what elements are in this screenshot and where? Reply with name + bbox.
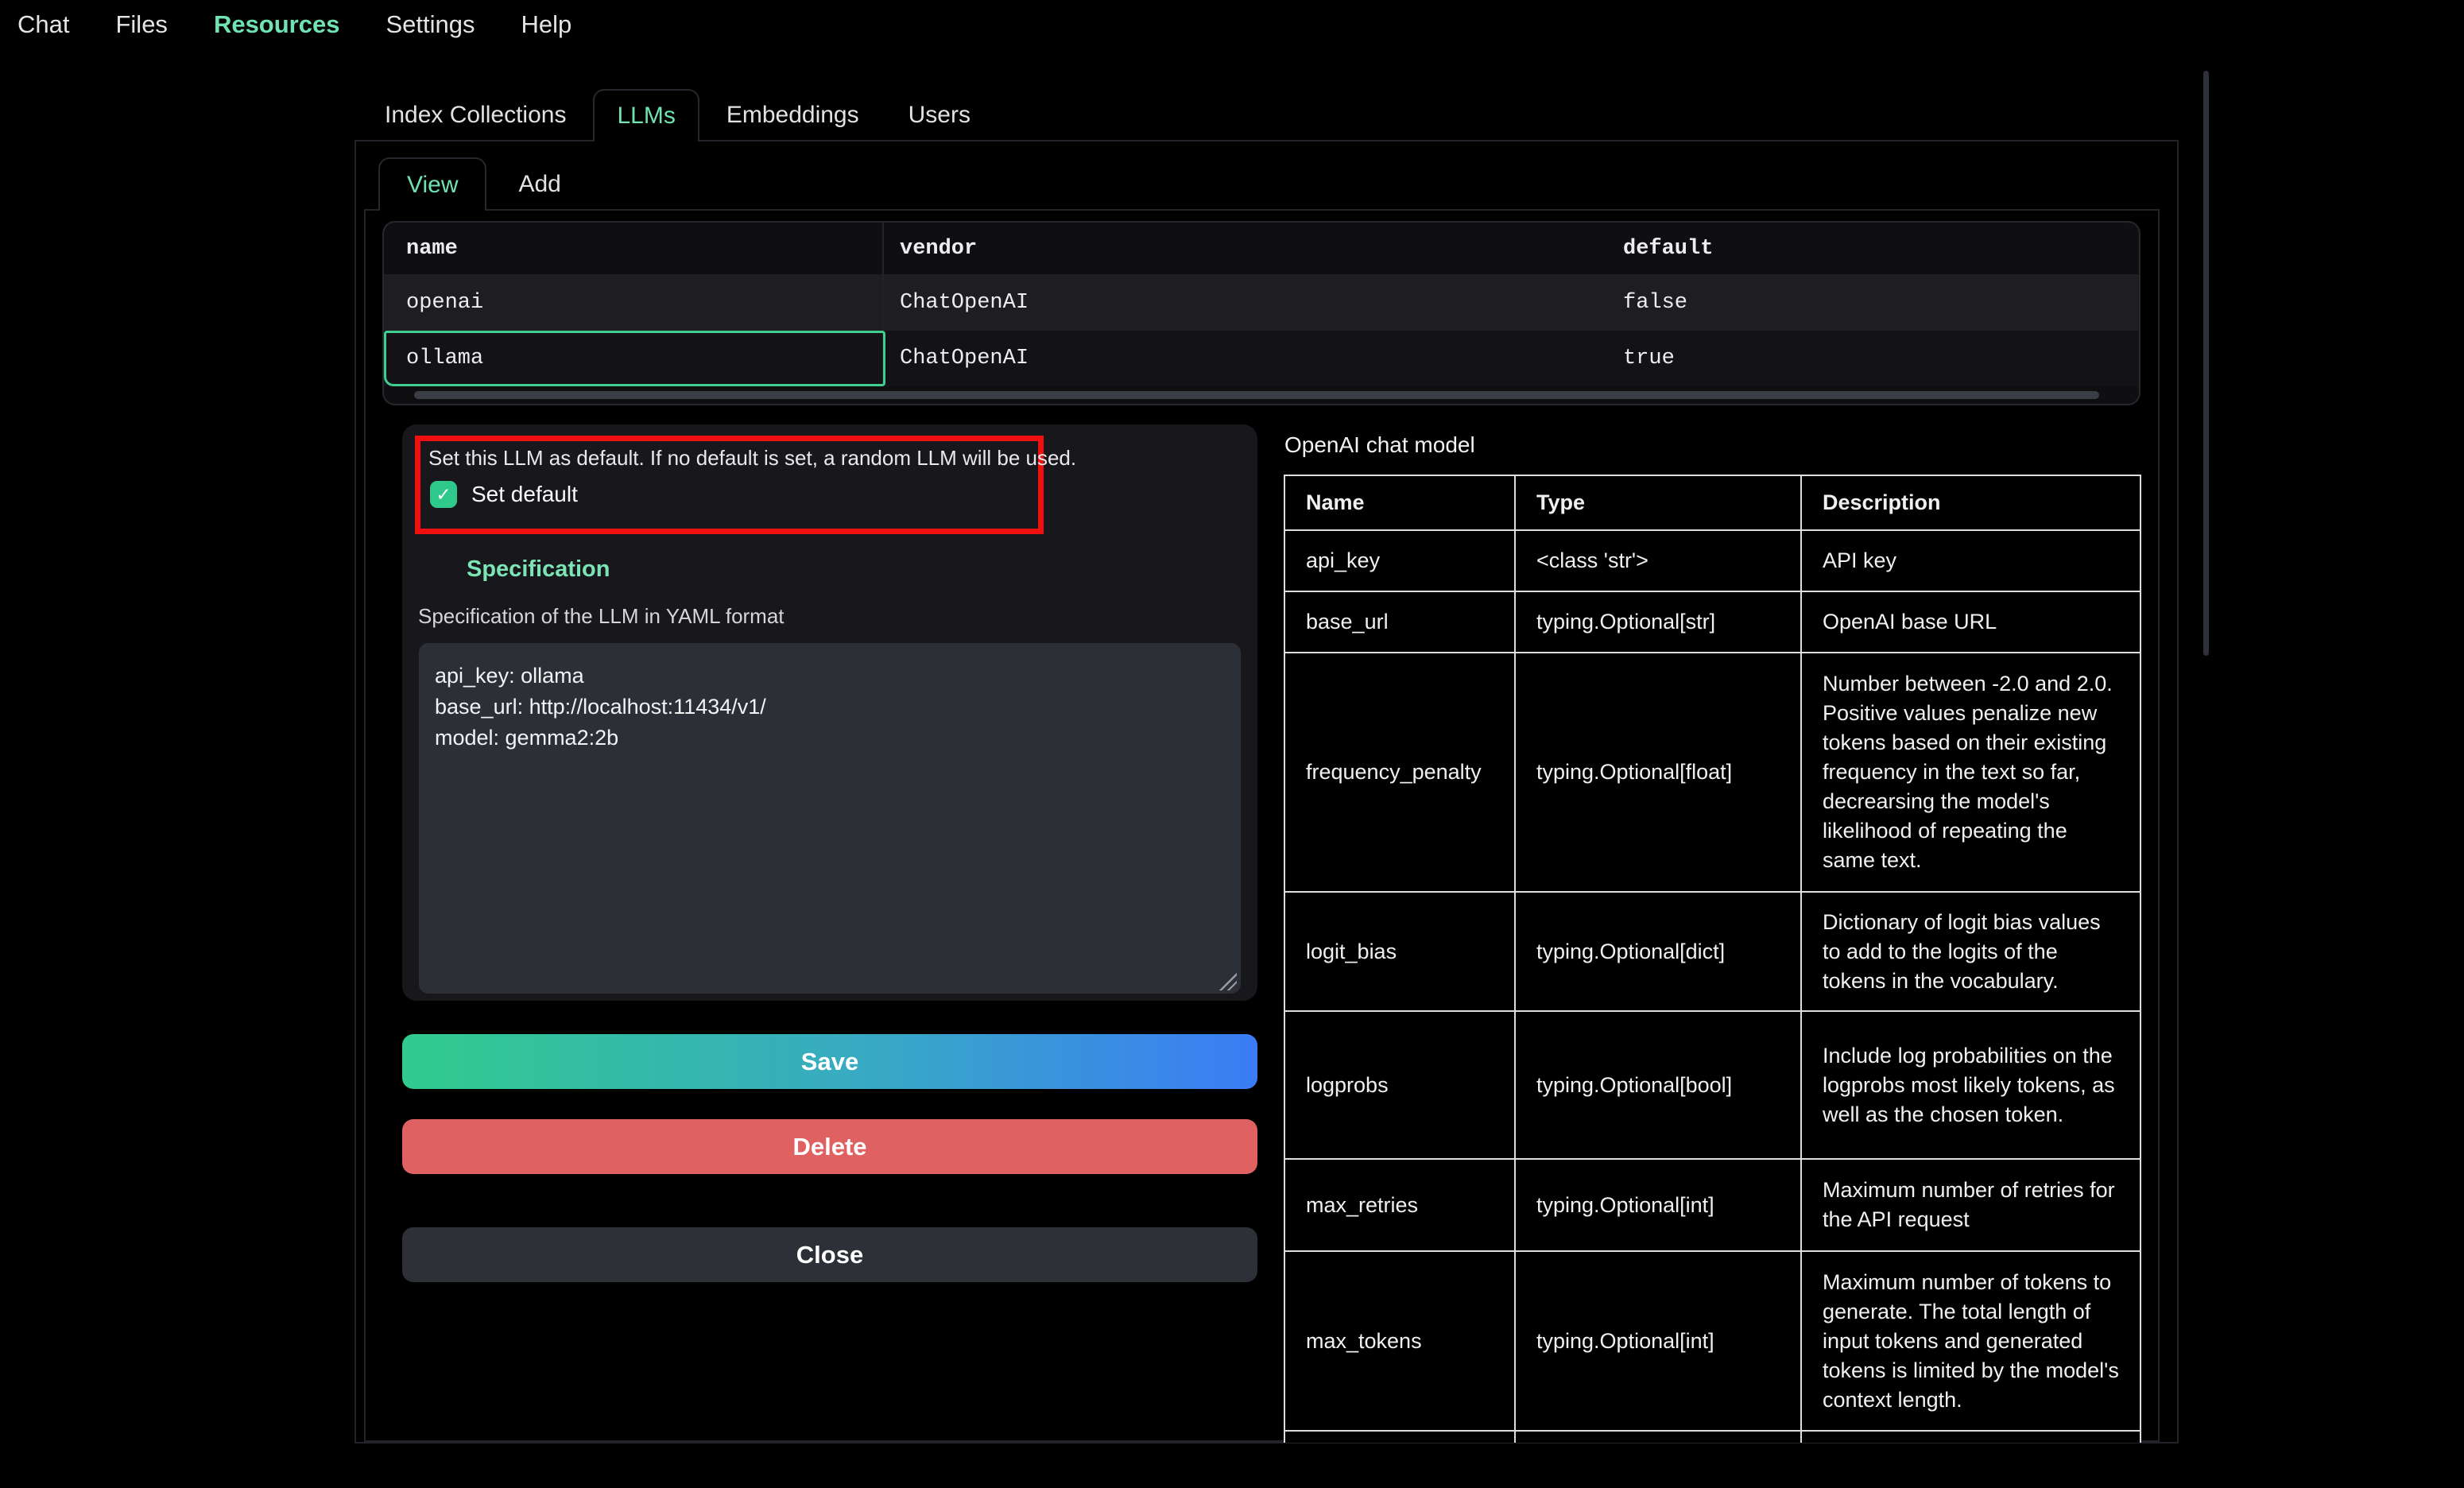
schema-cell-type: typing.Optional[float] <box>1516 653 1802 893</box>
llm-row-openai[interactable]: openai ChatOpenAI false <box>384 274 2139 331</box>
llm-detail-form: Set this LLM as default. If no default i… <box>402 424 1257 1001</box>
llm-cell-default[interactable]: false <box>1607 274 2139 331</box>
schema-row-logit-bias: logit_bias typing.Optional[dict] Diction… <box>1285 893 2140 1012</box>
schema-cell-description: OpenAI base URL <box>1802 592 2140 653</box>
schema-header-row: Name Type Description <box>1285 476 2140 531</box>
schema-cell-type <box>1516 1432 1802 1443</box>
schema-cell-name: logprobs <box>1285 1012 1516 1160</box>
subtab-view[interactable]: View <box>407 172 458 199</box>
tab-llms[interactable]: LLMs <box>617 103 675 130</box>
schema-cell-name: frequency_penalty <box>1285 653 1516 893</box>
schema-cell-name: base_url <box>1285 592 1516 653</box>
schema-cell-type: typing.Optional[dict] <box>1516 893 1802 1012</box>
llm-col-header-name: name <box>384 223 884 274</box>
schema-row-frequency-penalty: frequency_penalty typing.Optional[float]… <box>1285 653 2140 893</box>
schema-cell-description <box>1802 1432 2140 1443</box>
tab-embeddings[interactable]: Embeddings <box>726 102 859 129</box>
view-add-tabs: View Add <box>378 157 561 211</box>
nav-item-files[interactable]: Files <box>115 10 167 39</box>
schema-row-max-tokens: max_tokens typing.Optional[int] Maximum … <box>1285 1252 2140 1432</box>
schema-panel-title: OpenAI chat model <box>1284 432 1475 458</box>
schema-cell-type: <class 'str'> <box>1516 531 1802 592</box>
delete-button[interactable]: Delete <box>402 1119 1257 1174</box>
resource-tabs: Index Collections LLMs Embeddings Users <box>385 89 970 141</box>
top-nav: Chat Files Resources Settings Help <box>0 0 571 49</box>
textarea-resize-handle-icon[interactable] <box>1219 973 1237 990</box>
llm-cell-vendor[interactable]: ChatOpenAI <box>884 274 1607 331</box>
schema-col-type: Type <box>1516 476 1802 531</box>
schema-table: Name Type Description api_key <class 'st… <box>1284 475 2141 1443</box>
schema-row-logprobs: logprobs typing.Optional[bool] Include l… <box>1285 1012 2140 1160</box>
tab-index-collections[interactable]: Index Collections <box>385 102 566 129</box>
schema-cell-name: max_retries <box>1285 1160 1516 1252</box>
close-button[interactable]: Close <box>402 1227 1257 1282</box>
schema-cell-name: logit_bias <box>1285 893 1516 1012</box>
schema-cell-type: typing.Optional[str] <box>1516 592 1802 653</box>
schema-cell-name: max_tokens <box>1285 1252 1516 1432</box>
schema-row-partial <box>1285 1432 2140 1443</box>
set-default-help-text: Set this LLM as default. If no default i… <box>428 446 1030 471</box>
schema-cell-name: api_key <box>1285 531 1516 592</box>
llm-cell-name[interactable]: ollama <box>384 331 884 386</box>
nav-item-settings[interactable]: Settings <box>385 10 475 39</box>
set-default-row[interactable]: ✓ Set default <box>430 481 1030 508</box>
schema-cell-description: Maximum number of retries for the API re… <box>1802 1160 2140 1252</box>
set-default-checkbox[interactable]: ✓ <box>430 481 457 508</box>
save-button[interactable]: Save <box>402 1034 1257 1089</box>
schema-cell-description: Number between -2.0 and 2.0. Positive va… <box>1802 653 2140 893</box>
schema-cell-description: Include log probabilities on the logprob… <box>1802 1012 2140 1160</box>
subtab-add[interactable]: Add <box>518 171 560 198</box>
llm-table-header-row: name vendor default <box>384 223 2139 274</box>
subtab-view-active-box[interactable]: View <box>378 157 486 211</box>
tab-users[interactable]: Users <box>909 102 970 129</box>
schema-cell-name <box>1285 1432 1516 1443</box>
llm-cell-vendor[interactable]: ChatOpenAI <box>884 331 1607 386</box>
tab-llms-active-box[interactable]: LLMs <box>593 89 699 141</box>
schema-cell-type: typing.Optional[int] <box>1516 1160 1802 1252</box>
schema-col-description: Description <box>1802 476 2140 531</box>
schema-cell-description: API key <box>1802 531 2140 592</box>
specification-sublabel: Specification of the LLM in YAML format <box>418 604 785 629</box>
llm-col-header-default: default <box>1607 223 2139 274</box>
schema-row-api-key: api_key <class 'str'> API key <box>1285 531 2140 592</box>
llm-cell-name[interactable]: openai <box>384 274 884 331</box>
schema-row-base-url: base_url typing.Optional[str] OpenAI bas… <box>1285 592 2140 653</box>
page-scrollbar[interactable] <box>2203 71 2209 656</box>
schema-cell-description: Maximum number of tokens to generate. Th… <box>1802 1252 2140 1432</box>
schema-cell-type: typing.Optional[bool] <box>1516 1012 1802 1160</box>
schema-col-name: Name <box>1285 476 1516 531</box>
specification-yaml-textarea[interactable]: api_key: ollama base_url: http://localho… <box>419 643 1241 994</box>
nav-item-resources[interactable]: Resources <box>214 10 340 39</box>
set-default-label: Set default <box>471 482 578 507</box>
llm-list-table: name vendor default openai ChatOpenAI fa… <box>382 221 2141 405</box>
llm-col-header-vendor: vendor <box>884 223 1607 274</box>
app-window: Chat Files Resources Settings Help Index… <box>0 0 2464 1488</box>
nav-item-help[interactable]: Help <box>521 10 571 39</box>
schema-cell-type: typing.Optional[int] <box>1516 1252 1802 1432</box>
schema-cell-description: Dictionary of logit bias values to add t… <box>1802 893 2140 1012</box>
checkbox-check-icon: ✓ <box>436 486 451 504</box>
specification-heading: Specification <box>467 556 610 583</box>
llm-cell-default[interactable]: true <box>1607 331 2139 386</box>
horizontal-scrollbar[interactable] <box>414 391 2099 399</box>
llm-row-ollama[interactable]: ollama ChatOpenAI true <box>384 331 2139 386</box>
schema-row-max-retries: max_retries typing.Optional[int] Maximum… <box>1285 1160 2140 1252</box>
nav-item-chat[interactable]: Chat <box>17 10 69 39</box>
annotation-red-box: Set this LLM as default. If no default i… <box>415 436 1044 534</box>
